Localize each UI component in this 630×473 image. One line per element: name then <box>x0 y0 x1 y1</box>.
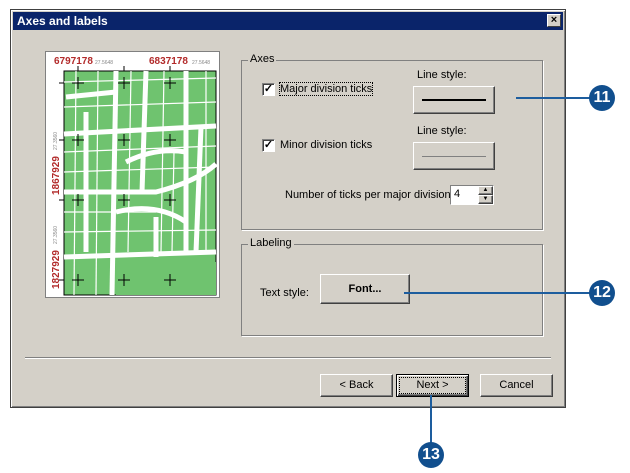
back-button[interactable]: < Back <box>320 374 393 397</box>
major-line-style-button[interactable] <box>413 86 495 114</box>
minor-line-sample <box>422 156 486 157</box>
close-button[interactable]: × <box>547 14 561 27</box>
text-style-label: Text style: <box>260 287 309 299</box>
axes-preview: 6797178 27.5648 6837178 27.5648 1867929 … <box>45 51 220 298</box>
major-ticks-label: Major division ticks <box>278 82 374 96</box>
font-button[interactable]: Font... <box>320 274 410 304</box>
callout-line-11 <box>516 97 590 99</box>
callout-12: 12 <box>589 280 615 306</box>
callout-11: 11 <box>589 85 615 111</box>
axes-group: Axes ✓ Major division ticks Line style: … <box>241 53 543 230</box>
top-axis-label-1: 6797178 <box>54 56 93 67</box>
callout-line-12 <box>404 292 590 294</box>
cancel-button[interactable]: Cancel <box>480 374 553 397</box>
map-preview-image: 6797178 27.5648 6837178 27.5648 1867929 … <box>51 56 218 296</box>
labeling-group: Labeling Text style: Font... <box>241 237 543 336</box>
spin-up-button[interactable]: ▲ <box>478 186 493 195</box>
minor-line-style-button[interactable] <box>413 142 495 170</box>
major-line-style-label: Line style: <box>417 69 467 81</box>
spin-down-button[interactable]: ▼ <box>478 195 493 204</box>
axes-and-labels-dialog: Axes and labels × 6797178 27.5648 683717… <box>10 9 566 408</box>
minor-ticks-checkbox[interactable]: ✓ <box>262 139 275 152</box>
left-axis-small-2: 27.3560 <box>53 226 59 244</box>
dialog-separator <box>25 357 551 359</box>
top-axis-label-2: 6837178 <box>149 56 188 67</box>
major-ticks-checkbox[interactable]: ✓ <box>262 83 275 96</box>
axes-group-label: Axes <box>248 53 277 65</box>
minor-line-style-label: Line style: <box>417 125 467 137</box>
top-axis-small-2: 27.5648 <box>192 60 210 66</box>
ticks-per-division-spinner[interactable]: 4 ▲ ▼ <box>450 185 494 205</box>
labeling-group-label: Labeling <box>248 237 294 249</box>
title-bar: Axes and labels × <box>13 12 563 30</box>
callout-13: 13 <box>418 442 444 468</box>
left-axis-small-1: 27.3560 <box>53 132 59 150</box>
minor-ticks-label: Minor division ticks <box>280 139 373 151</box>
dialog-title: Axes and labels <box>17 14 108 28</box>
next-button[interactable]: Next > <box>396 374 469 397</box>
ticks-per-division-label: Number of ticks per major division: <box>285 189 454 201</box>
top-axis-small-1: 27.5648 <box>95 60 113 66</box>
left-axis-label-2: 1827929 <box>51 250 62 289</box>
left-axis-label-1: 1867929 <box>51 156 62 195</box>
callout-line-13 <box>430 395 432 443</box>
ticks-per-division-value[interactable]: 4 <box>454 188 460 200</box>
major-line-sample <box>422 99 486 101</box>
